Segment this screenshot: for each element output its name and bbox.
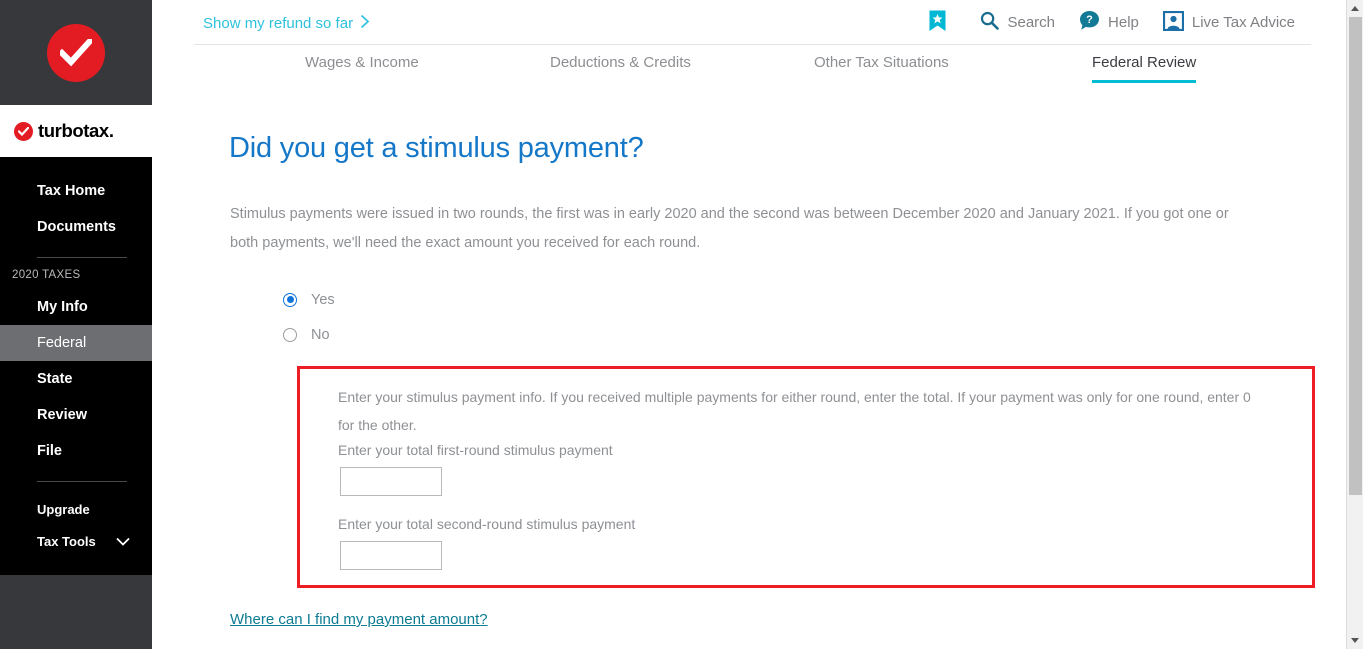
second-round-amount-input[interactable] <box>340 541 442 570</box>
triangle-down-icon <box>1351 638 1359 643</box>
page-title: Did you get a stimulus payment? <box>229 132 644 164</box>
turbotax-check-icon <box>14 121 33 141</box>
sidebar-item-label: File <box>37 443 62 459</box>
first-round-amount-input[interactable] <box>340 467 442 496</box>
second-round-label: Enter your total second-round stimulus p… <box>338 516 636 532</box>
sidebar-logo-block <box>0 0 152 105</box>
radio-no-indicator[interactable] <box>283 327 297 342</box>
checkmark-badge-icon <box>47 23 105 82</box>
search-button[interactable]: Search <box>980 11 1055 34</box>
page-description: Stimulus payments were issued in two rou… <box>230 206 1229 251</box>
scrollbar-up-arrow[interactable] <box>1347 0 1363 17</box>
sidebar-item-label: Federal <box>37 335 87 351</box>
radio-option-yes[interactable]: Yes <box>283 282 335 317</box>
header-tools: Search ? Help Live Tax Advice <box>929 0 1295 45</box>
sidebar: turbotax . Tax Home Documents 2020 TAXES… <box>0 0 152 649</box>
radio-option-no[interactable]: No <box>283 317 335 352</box>
svg-text:?: ? <box>1086 14 1093 26</box>
sidebar-section-label: 2020 TAXES <box>12 269 81 281</box>
first-round-label: Enter your total first-round stimulus pa… <box>338 442 613 458</box>
turbotax-wordmark: turbotax <box>38 120 109 141</box>
sidebar-item-label: Tax Tools <box>37 533 96 549</box>
sidebar-item-label: Upgrade <box>37 501 90 517</box>
help-label: Help <box>1108 14 1139 31</box>
live-tax-advice-icon <box>1162 10 1184 35</box>
sidebar-item-upgrade[interactable]: Upgrade <box>0 493 152 525</box>
tab-label: Deductions & Credits <box>550 54 691 71</box>
help-button[interactable]: ? Help <box>1079 10 1139 35</box>
sidebar-item-file[interactable]: File <box>0 433 152 469</box>
tab-other-tax-situations[interactable]: Other Tax Situations <box>814 54 949 80</box>
top-header: Show my refund so far Search ? Help Live… <box>152 0 1331 45</box>
sidebar-item-tax-tools[interactable]: Tax Tools <box>0 525 152 557</box>
help-icon: ? <box>1079 10 1100 35</box>
where-can-i-find-payment-amount-link[interactable]: Where can I find my payment amount? <box>230 611 488 628</box>
sidebar-item-label: Documents <box>37 219 116 235</box>
turbotax-wordmark-dot: . <box>108 120 114 141</box>
sidebar-item-federal[interactable]: Federal <box>0 325 152 361</box>
sidebar-item-label: State <box>37 371 73 387</box>
turbotax-logo[interactable]: turbotax . <box>0 105 152 157</box>
panel-instructions: Enter your stimulus payment info. If you… <box>338 389 1251 433</box>
sidebar-item-documents[interactable]: Documents <box>0 209 152 245</box>
tab-deductions-and-credits[interactable]: Deductions & Credits <box>550 54 691 80</box>
tab-label: Wages & Income <box>305 54 419 71</box>
stimulus-payment-radio-group: Yes No <box>283 282 335 352</box>
sidebar-divider-bottom <box>37 481 127 482</box>
bookmark-star-icon <box>929 10 946 36</box>
chevron-right-icon <box>360 14 370 33</box>
sidebar-item-review[interactable]: Review <box>0 397 152 433</box>
radio-yes-label: Yes <box>311 291 335 308</box>
chevron-down-icon <box>116 534 130 549</box>
tab-bar: Wages & Income Deductions & Credits Othe… <box>152 46 1331 86</box>
search-icon <box>980 11 1000 34</box>
scrollbar-thumb[interactable] <box>1349 17 1362 495</box>
tab-federal-review[interactable]: Federal Review <box>1092 54 1197 83</box>
sidebar-item-label: Review <box>37 407 87 423</box>
tab-label: Federal Review <box>1092 54 1197 71</box>
show-my-refund-label: Show my refund so far <box>203 15 354 32</box>
page-scrollbar[interactable] <box>1346 0 1363 649</box>
turbotax-app: turbotax . Tax Home Documents 2020 TAXES… <box>0 0 1363 649</box>
show-my-refund-link[interactable]: Show my refund so far <box>203 14 370 33</box>
sidebar-item-label: My Info <box>37 299 88 315</box>
sidebar-nav: Tax Home Documents 2020 TAXES My Info Fe… <box>0 157 152 575</box>
sidebar-divider-top <box>37 257 127 258</box>
radio-yes-indicator[interactable] <box>283 292 297 307</box>
radio-no-label: No <box>311 326 330 343</box>
sidebar-item-tax-home[interactable]: Tax Home <box>0 173 152 209</box>
triangle-up-icon <box>1351 6 1359 11</box>
search-label: Search <box>1007 14 1056 31</box>
live-tax-advice-label: Live Tax Advice <box>1191 14 1295 31</box>
tab-wages-and-income[interactable]: Wages & Income <box>305 54 419 80</box>
scrollbar-down-arrow[interactable] <box>1347 632 1363 649</box>
sidebar-item-state[interactable]: State <box>0 361 152 397</box>
sidebar-item-my-info[interactable]: My Info <box>0 289 152 325</box>
sidebar-item-label: Tax Home <box>37 183 106 199</box>
bookmark-button[interactable] <box>929 10 956 36</box>
live-tax-advice-button[interactable]: Live Tax Advice <box>1162 10 1295 35</box>
header-divider <box>194 44 1311 45</box>
tab-label: Other Tax Situations <box>814 54 949 71</box>
stimulus-amounts-panel: Enter your stimulus payment info. If you… <box>297 366 1315 588</box>
